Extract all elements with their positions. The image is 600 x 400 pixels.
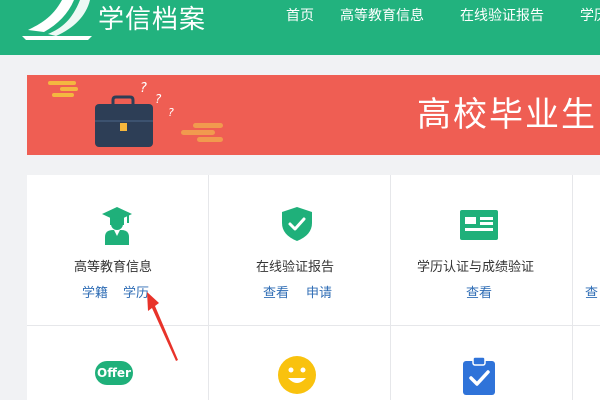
graduate-icon — [102, 207, 132, 245]
logo-text[interactable]: 学信档案 — [98, 3, 206, 37]
grid-divider — [572, 175, 573, 400]
briefcase-icon — [95, 95, 153, 147]
nav-higher-education-info[interactable]: 高等教育信息 — [340, 5, 424, 27]
grid-divider — [208, 175, 209, 400]
grid-divider — [27, 325, 600, 326]
decor-stroke-right — [181, 123, 223, 142]
link-degree[interactable]: 学历 — [123, 285, 149, 303]
nav-online-verification-report[interactable]: 在线验证报告 — [460, 5, 544, 27]
question-mark-1: ? — [140, 81, 147, 96]
card-title: 在线验证报告 — [256, 260, 335, 275]
question-mark-2: ? — [155, 92, 162, 106]
offer-badge-icon: Offer — [95, 361, 133, 385]
certificate-card-icon — [460, 210, 498, 240]
card-title: 高等教育信息 — [74, 260, 153, 275]
link-view[interactable]: 查看 — [263, 285, 289, 303]
graduate-banner[interactable]: ? ? ? 高校毕业生 — [27, 75, 600, 155]
grid-divider — [390, 175, 391, 400]
link-apply[interactable]: 申请 — [306, 285, 332, 303]
logo-book-icon[interactable] — [0, 0, 100, 40]
question-mark-3: ? — [168, 106, 174, 119]
service-grid: 高等教育信息 学籍 学历 在线验证报告 查看 申请 学历认证与成绩验证 查看 查… — [27, 175, 600, 400]
banner-title: 高校毕业生 — [417, 95, 597, 135]
shield-check-icon — [282, 207, 312, 241]
nav-home[interactable]: 首页 — [286, 5, 314, 27]
card-title: 学历认证与成绩验证 — [417, 260, 535, 275]
nav-degree[interactable]: 学历 — [580, 5, 600, 27]
clipboard-check-icon — [463, 357, 495, 395]
link-student-status[interactable]: 学籍 — [82, 285, 108, 303]
decor-stroke-left — [48, 81, 78, 97]
smiley-face-icon — [278, 356, 316, 394]
top-header: 学信档案 首页 高等教育信息 在线验证报告 学历 — [0, 0, 600, 55]
link-view[interactable]: 查 — [585, 285, 598, 303]
link-view[interactable]: 查看 — [466, 285, 492, 303]
